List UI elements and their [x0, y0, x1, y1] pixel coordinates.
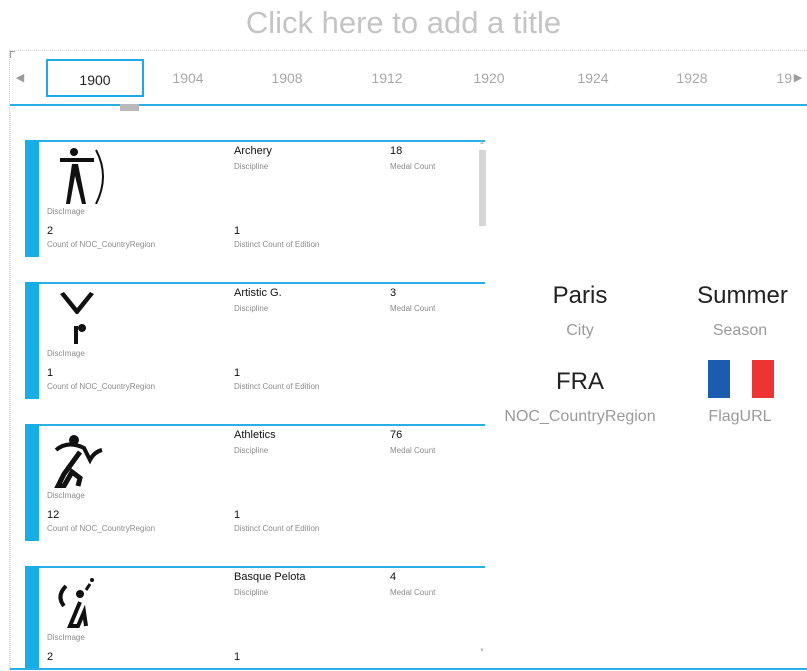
report-title-placeholder[interactable]: Click here to add a title	[0, 0, 807, 46]
scroll-down-icon[interactable]: ▼	[478, 648, 486, 654]
discipline-label: Discipline	[234, 304, 269, 313]
card-accent-bar	[25, 566, 39, 668]
timeline-selection-handle[interactable]	[120, 104, 139, 111]
flag-url-label: FlagURL	[708, 408, 772, 425]
noc-count-label: Count of NOC_CountryRegion	[47, 524, 156, 533]
noc-count-value: 2	[47, 225, 54, 237]
discipline-card[interactable]: DiscImage 1 Count of NOC_CountryRegion A…	[25, 282, 485, 399]
edition-count-label: Distinct Count of Edition	[234, 382, 320, 391]
timeline-year-1900[interactable]: 1900	[46, 59, 144, 97]
discipline-card[interactable]: DiscImage 12 Count of NOC_CountryRegion …	[25, 424, 485, 541]
edition-count-value: 1	[234, 509, 241, 521]
city-label: City	[566, 322, 594, 339]
discipline-card[interactable]: DiscImage 2 Basque Pelota Discipline 4 M…	[25, 566, 485, 668]
medal-count-value: 76	[390, 429, 403, 441]
edition-count-label: Distinct Count of Edition	[234, 240, 320, 249]
france-flag-image	[708, 360, 774, 398]
noc-count-value: 2	[47, 651, 54, 663]
archery-icon	[60, 148, 104, 204]
edition-count-value: 1	[234, 225, 241, 237]
discipline-value: Athletics	[234, 429, 276, 441]
noc-value: FRA	[556, 368, 604, 395]
timeline-year-partial[interactable]: 19	[758, 59, 792, 97]
card-accent-bar	[25, 140, 39, 257]
discipline-value: Basque Pelota	[234, 571, 306, 583]
noc-count-value: 1	[47, 367, 54, 379]
card-top-border	[25, 566, 485, 568]
noc-label: NOC_CountryRegion	[504, 408, 656, 425]
disc-image-label: DiscImage	[47, 633, 85, 642]
season-value: Summer	[697, 282, 788, 309]
timeline-corner-mark	[10, 51, 15, 58]
discipline-label: Discipline	[234, 162, 269, 171]
timeline-year-1920[interactable]: 1920	[459, 59, 519, 97]
timeline-year-1924[interactable]: 1924	[563, 59, 623, 97]
disc-image-label: DiscImage	[47, 207, 85, 216]
scroll-up-icon[interactable]: ▲	[478, 140, 486, 146]
city-value: Paris	[552, 282, 608, 309]
athletics-icon	[54, 435, 103, 488]
noc-count-value: 12	[47, 509, 60, 521]
timeline-year-1904[interactable]: 1904	[158, 59, 218, 97]
card-top-border	[25, 282, 485, 284]
timeline-year-1908[interactable]: 1908	[257, 59, 317, 97]
discipline-card-list[interactable]: DiscImage 2 Count of NOC_CountryRegion A…	[10, 112, 491, 668]
timeline-scroll-right-icon[interactable]: ▶	[792, 70, 804, 86]
discipline-value: Archery	[234, 145, 272, 157]
medal-count-label: Medal Count	[390, 304, 436, 313]
discipline-card[interactable]: DiscImage 2 Count of NOC_CountryRegion A…	[25, 140, 485, 257]
edition-count-value: 1	[234, 651, 241, 663]
discipline-label: Discipline	[234, 588, 269, 597]
noc-count-label: Count of NOC_CountryRegion	[47, 240, 156, 249]
disc-image-label: DiscImage	[47, 491, 85, 500]
timeline-border	[10, 50, 807, 51]
timeline-year-1912[interactable]: 1912	[357, 59, 417, 97]
gymnastics-icon	[60, 292, 94, 344]
discipline-value: Artistic G.	[234, 287, 282, 299]
season-label: Season	[712, 322, 768, 339]
card-accent-bar	[25, 282, 39, 399]
card-top-border	[25, 140, 485, 142]
discipline-label: Discipline	[234, 446, 269, 455]
timeline-scroll-left-icon[interactable]: ◀	[12, 70, 28, 86]
edition-count-label: Distinct Count of Edition	[234, 524, 320, 533]
pelota-icon	[58, 578, 94, 628]
medal-count-value: 4	[390, 571, 397, 583]
noc-count-label: Count of NOC_CountryRegion	[47, 382, 156, 391]
timeline-year-1928[interactable]: 1928	[662, 59, 722, 97]
card-top-border	[25, 424, 485, 426]
medal-count-value: 18	[390, 145, 403, 157]
medal-count-value: 3	[390, 287, 397, 299]
medal-count-label: Medal Count	[390, 588, 436, 597]
bottom-border	[10, 668, 807, 670]
scrollbar-thumb[interactable]	[479, 150, 486, 226]
medal-count-label: Medal Count	[390, 162, 436, 171]
disc-image-label: DiscImage	[47, 349, 85, 358]
card-accent-bar	[25, 424, 39, 541]
edition-count-value: 1	[234, 367, 241, 379]
medal-count-label: Medal Count	[390, 446, 436, 455]
